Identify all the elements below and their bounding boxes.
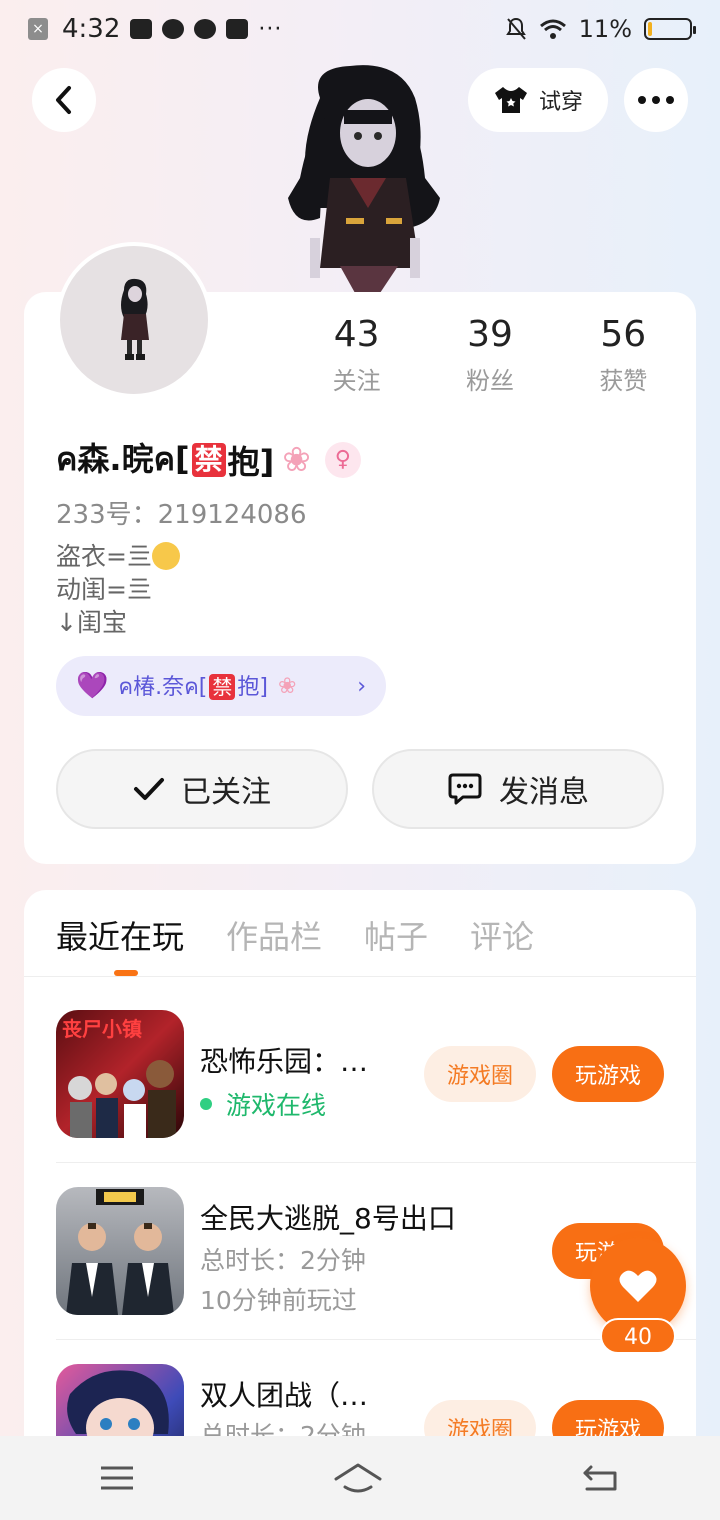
mute-bell-icon xyxy=(505,17,526,40)
send-message-label: 发消息 xyxy=(499,775,589,810)
menu-icon[interactable] xyxy=(99,1464,135,1492)
username-ban-badge: 禁 xyxy=(191,442,226,477)
cherry-blossom-icon: ❀ xyxy=(282,439,311,480)
game-cover-duo-battle[interactable] xyxy=(56,1364,184,1436)
play-game-button[interactable]: 玩游戏 xyxy=(552,1400,664,1436)
battery-percent: 11% xyxy=(578,15,632,43)
game-title[interactable]: 全民大逃脱_8号出口 xyxy=(200,1197,456,1237)
cherry-blossom-icon: ❀ xyxy=(277,673,297,699)
app-notification-icon xyxy=(162,19,185,39)
online-status: 游戏在线 xyxy=(200,1086,326,1122)
more-options-button[interactable] xyxy=(624,68,688,132)
game-title[interactable]: 恐怖乐园：… xyxy=(200,1040,368,1080)
partner-name: ค椿.奈ค[禁抱] xyxy=(118,673,268,700)
chat-bubble-icon xyxy=(448,773,482,805)
profile-stats: 43 关注 39 粉丝 56 获赞 xyxy=(290,314,690,396)
row-divider xyxy=(56,1162,696,1163)
stat-following-label: 关注 xyxy=(332,367,381,395)
followed-button[interactable]: 已关注 xyxy=(56,749,348,829)
play-game-button[interactable]: 玩游戏 xyxy=(552,1046,664,1102)
tab-works[interactable]: 作品栏 xyxy=(226,912,322,958)
check-icon xyxy=(134,778,164,800)
game-duration: 总时长：2分钟 xyxy=(200,1246,366,1275)
game-title[interactable]: 双人团战（… xyxy=(200,1374,368,1414)
avatar-figure-icon xyxy=(121,278,149,360)
bio-line: ↓闺宝 xyxy=(56,608,127,637)
game-list-item[interactable]: 丧尸小镇 恐怖乐园：… 游戏在线 游戏圈 玩游戏 xyxy=(56,1010,664,1138)
chevron-right-icon: › xyxy=(357,673,366,699)
chevron-left-icon xyxy=(56,86,71,114)
tab-divider xyxy=(24,976,696,977)
heart-icon xyxy=(619,1270,657,1302)
username: ค森.晥ค[禁抱] ❀ ♀ xyxy=(56,434,361,485)
user-id: 233号：219124086 xyxy=(56,500,307,530)
username-prefix: ค森.晥ค[ xyxy=(56,440,190,478)
game-duration: 总时长：2分钟 xyxy=(200,1421,366,1436)
try-on-label: 试穿 xyxy=(538,90,583,115)
online-dot-icon xyxy=(200,1098,212,1110)
message-icon xyxy=(226,19,249,39)
wifi-icon xyxy=(539,19,566,39)
game-circle-button[interactable]: 游戏圈 xyxy=(424,1400,536,1436)
tab-comments[interactable]: 评论 xyxy=(470,912,534,958)
bio-line: 盗衣=亖 xyxy=(56,540,180,573)
game-last-played: 10分钟前玩过 xyxy=(200,1286,357,1315)
game-list-item[interactable]: 全民大逃脱_8号出口 总时长：2分钟 10分钟前玩过 玩游戏 xyxy=(56,1187,664,1315)
partner-link[interactable]: 💜 ค椿.奈ค[禁抱] ❀ › xyxy=(56,656,386,716)
try-on-button[interactable]: 试穿 xyxy=(468,68,608,132)
video-icon xyxy=(130,19,153,39)
game-list-item[interactable]: 双人团战（… 总时长：2分钟 游戏圈 玩游戏 xyxy=(56,1364,664,1436)
home-icon[interactable] xyxy=(333,1461,383,1495)
back-nav-icon[interactable] xyxy=(581,1463,621,1493)
bio: 盗衣=亖 动闺=亖 ↓闺宝 xyxy=(56,540,180,639)
stat-fans-count: 39 xyxy=(467,314,513,355)
svg-text:丧尸小镇: 丧尸小镇 xyxy=(62,1017,142,1041)
stat-following[interactable]: 43 关注 xyxy=(290,314,423,396)
stat-fans-label: 粉丝 xyxy=(465,367,514,395)
avatar-character-figure xyxy=(280,58,445,293)
like-count: 40 xyxy=(600,1318,676,1354)
game-cover-horror-park[interactable]: 丧尸小镇 xyxy=(56,1010,184,1138)
tab-recently-played[interactable]: 最近在玩 xyxy=(56,912,184,958)
profile-tabs: 最近在玩 作品栏 帖子 评论 xyxy=(56,912,534,958)
bio-line: 动闺=亖 xyxy=(56,575,152,604)
username-suffix: 抱] xyxy=(227,442,275,481)
notification-close-icon: × xyxy=(28,18,48,40)
stat-fans[interactable]: 39 粉丝 xyxy=(423,314,556,396)
avatar[interactable] xyxy=(56,242,212,398)
sync-icon xyxy=(194,19,217,39)
stat-likes[interactable]: 56 获赞 xyxy=(557,314,690,396)
stat-likes-count: 56 xyxy=(600,314,647,355)
status-time: 4:32 xyxy=(62,14,121,44)
more-notifications-icon: ··· xyxy=(258,16,283,42)
system-nav-bar xyxy=(0,1436,720,1520)
stat-following-count: 43 xyxy=(333,314,380,355)
status-bar: × 4:32 ··· 11% xyxy=(0,0,720,58)
stat-likes-label: 获赞 xyxy=(599,367,648,395)
online-status-label: 游戏在线 xyxy=(226,1091,327,1120)
partner-ban-badge: 禁 xyxy=(209,673,236,700)
followed-label: 已关注 xyxy=(181,775,271,810)
double-heart-icon: 💜 xyxy=(76,671,109,701)
battery-level xyxy=(648,22,653,36)
send-message-button[interactable]: 发消息 xyxy=(372,749,664,829)
female-gender-icon: ♀ xyxy=(324,441,361,478)
back-button[interactable] xyxy=(32,68,96,132)
unamused-emoji-icon xyxy=(151,542,180,570)
tab-posts[interactable]: 帖子 xyxy=(364,912,428,958)
game-cover-exit-8[interactable] xyxy=(56,1187,184,1315)
tshirt-icon xyxy=(494,87,527,113)
more-horizontal-icon xyxy=(638,96,674,104)
battery-icon xyxy=(644,18,696,40)
game-circle-button[interactable]: 游戏圈 xyxy=(424,1046,536,1102)
